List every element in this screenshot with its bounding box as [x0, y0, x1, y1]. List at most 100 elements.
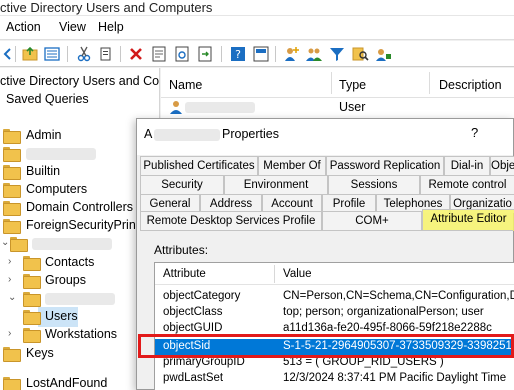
- folder-icon: [23, 292, 41, 307]
- tab-remote-control[interactable]: Remote control: [420, 175, 514, 194]
- attributes-header: Attribute Value: [155, 263, 514, 285]
- filter-icon[interactable]: [328, 45, 346, 63]
- column-value[interactable]: Value: [283, 268, 312, 280]
- svg-text:?: ?: [235, 48, 241, 61]
- tab-dial-in[interactable]: Dial-in: [444, 156, 490, 175]
- tree-root[interactable]: ctive Directory Users and Co: [0, 72, 160, 92]
- tree-item-label: Domain Controllers: [26, 200, 133, 214]
- folder-icon: [3, 165, 21, 180]
- redacted-label: [26, 148, 96, 160]
- window-title-bar: ctive Directory Users and Computers: [0, 0, 514, 16]
- attribute-name: pwdLastSet: [163, 372, 224, 384]
- folder-icon: [3, 377, 21, 390]
- list-item-type: User: [339, 100, 366, 114]
- chevron-right-icon[interactable]: ›: [8, 256, 11, 267]
- attribute-name: objectClass: [163, 306, 223, 318]
- redacted-name: [185, 102, 255, 113]
- attribute-row[interactable]: pwdLastSet 12/3/2024 8:37:41 PM Pacific …: [155, 371, 514, 387]
- add-to-group-icon[interactable]: [374, 45, 392, 63]
- toolbar: ?: [0, 41, 514, 67]
- tree-item-label: ForeignSecurityPrinc: [26, 218, 143, 232]
- folder-icon: [3, 129, 21, 144]
- add-user-icon[interactable]: [282, 45, 300, 63]
- tab-security[interactable]: Security: [140, 175, 224, 194]
- tree-item-label: LostAndFound: [26, 376, 108, 390]
- console-icon[interactable]: [252, 45, 270, 63]
- folder-icon: [3, 147, 21, 162]
- folder-icon: [3, 347, 21, 362]
- attribute-name: objectGUID: [163, 322, 223, 334]
- dialog-title-prefix: A: [144, 127, 153, 141]
- attributes-label: Attributes:: [154, 243, 209, 257]
- dialog-title-bar: A Properties ?: [137, 119, 513, 155]
- properties-icon[interactable]: [150, 45, 168, 63]
- folder-icon: [10, 237, 28, 252]
- attribute-value: CN=Person,CN=Schema,CN=Configuration,D: [283, 290, 514, 302]
- menu-help[interactable]: Help: [98, 20, 124, 34]
- export-icon[interactable]: [196, 45, 214, 63]
- folder-icon: [23, 328, 41, 343]
- chevron-right-icon[interactable]: ›: [8, 274, 11, 285]
- column-type[interactable]: Type: [339, 78, 366, 92]
- up-folder-icon[interactable]: [21, 45, 39, 63]
- help-icon[interactable]: ?: [229, 45, 247, 63]
- tab-published-certificates[interactable]: Published Certificates: [140, 156, 258, 175]
- list-header: Name Type Description: [161, 68, 514, 98]
- user-icon: [170, 101, 182, 114]
- menu-view[interactable]: View: [59, 20, 86, 34]
- tree-item-label: Admin: [26, 128, 62, 142]
- folder-icon: [23, 256, 41, 271]
- column-description[interactable]: Description: [439, 78, 502, 92]
- refresh-icon[interactable]: [173, 45, 191, 63]
- redacted-label: [32, 238, 112, 250]
- chevron-right-icon[interactable]: ›: [8, 328, 11, 339]
- redacted-label: [45, 293, 115, 305]
- tab-member-of[interactable]: Member Of: [258, 156, 326, 175]
- annotation-highlight-box: [138, 334, 514, 358]
- window-title: ctive Directory Users and Computers: [0, 0, 213, 15]
- tab-sessions[interactable]: Sessions: [328, 175, 420, 194]
- redacted-username: [154, 129, 220, 141]
- folder-icon: [3, 219, 21, 234]
- tab-object[interactable]: Obje: [490, 156, 514, 175]
- tab-environment[interactable]: Environment: [224, 175, 328, 194]
- folder-icon: [23, 310, 41, 325]
- tree-item-label: Keys: [26, 346, 54, 360]
- tree-item-label: Users: [45, 309, 78, 323]
- folder-icon: [23, 274, 41, 289]
- chevron-down-icon[interactable]: ⌄: [8, 292, 16, 303]
- find-icon[interactable]: [351, 45, 369, 63]
- folder-icon: [3, 201, 21, 216]
- chevron-down-icon[interactable]: ⌄: [1, 237, 9, 248]
- tab-attribute-editor[interactable]: Attribute Editor: [422, 209, 514, 230]
- attribute-row[interactable]: objectCategory CN=Person,CN=Schema,CN=Co…: [155, 289, 514, 305]
- tab-com-plus[interactable]: COM+: [322, 211, 422, 230]
- cut-icon[interactable]: [75, 45, 93, 63]
- attribute-value: a11d136a-fe20-495f-8066-59f218e2288c: [283, 322, 492, 334]
- attribute-value: 12/3/2024 8:37:41 PM Pacific Daylight Ti…: [283, 372, 507, 384]
- attributes-list: Attribute Value objectCategory CN=Person…: [154, 262, 514, 390]
- tree-item-label: Contacts: [45, 255, 95, 269]
- column-name[interactable]: Name: [169, 78, 202, 92]
- tree-item-label: Builtin: [26, 164, 61, 178]
- attribute-row[interactable]: objectClass top; person; organizationalP…: [155, 305, 514, 321]
- help-button[interactable]: ?: [471, 125, 478, 140]
- copy-icon[interactable]: [97, 45, 115, 63]
- tree-item-label: Workstations: [45, 327, 118, 341]
- column-attribute[interactable]: Attribute: [163, 268, 206, 280]
- tab-password-replication[interactable]: Password Replication: [326, 156, 444, 175]
- tree-item-label: Groups: [45, 273, 86, 287]
- add-group-icon[interactable]: [305, 45, 323, 63]
- tree-item-label: Computers: [26, 182, 88, 196]
- details-view-icon[interactable]: [43, 45, 61, 63]
- menu-bar: Action View Help: [0, 16, 514, 40]
- menu-action[interactable]: Action: [6, 20, 41, 34]
- tab-remote-desktop-services-profile[interactable]: Remote Desktop Services Profile: [140, 211, 322, 230]
- attribute-name: objectCategory: [163, 290, 241, 302]
- tree-item-saved-queries[interactable]: Saved Queries: [0, 90, 159, 110]
- folder-icon: [3, 183, 21, 198]
- delete-icon[interactable]: [127, 45, 145, 63]
- dialog-title: Properties: [222, 127, 279, 141]
- list-item[interactable]: User: [161, 98, 514, 116]
- tree-root-label: ctive Directory Users and Co: [0, 74, 160, 88]
